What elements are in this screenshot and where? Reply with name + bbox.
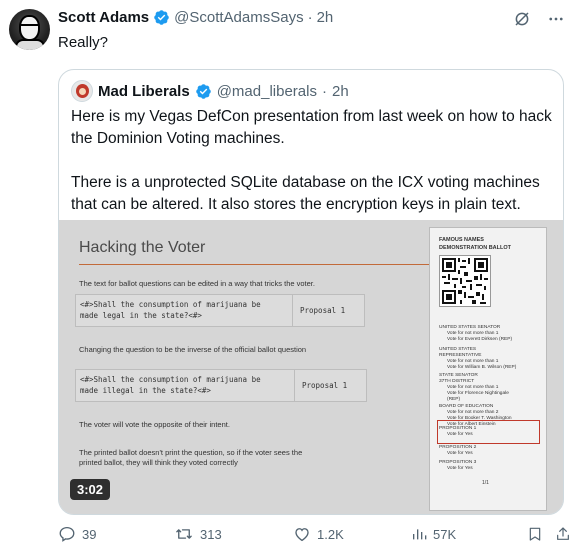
views-button[interactable]: 57K	[411, 525, 456, 543]
tweet-text: Really?	[58, 34, 109, 51]
ballot-proposition-2: PROPOSITION 2 Vote for Yes	[439, 445, 477, 456]
ballot-section-representative: UNITED STATES REPRESENTATIVE Vote for no…	[439, 347, 517, 370]
reply-button[interactable]: 39	[58, 525, 96, 543]
views-icon	[411, 525, 427, 543]
like-button[interactable]: 1.2K	[293, 525, 344, 543]
slide-line-4a: The printed ballot doesn't print the que…	[79, 448, 303, 457]
tweet-header: Scott Adams @ScottAdamsSays · 2h	[58, 9, 333, 26]
slide-line-4b: printed ballot, they will think they vot…	[79, 458, 238, 467]
slide-code-box-2-left: <#>Shall the consumption of marijuana be…	[80, 375, 261, 395]
ballot-section-state-senator: STATE SENATOR 37TH DISTRICT Vote for not…	[439, 373, 509, 402]
grok-icon[interactable]	[513, 10, 531, 28]
quoted-paragraph-2: There is a unprotected SQLite database o…	[71, 174, 540, 213]
header-separator: ·	[307, 9, 313, 26]
slide-divider	[79, 264, 429, 265]
repost-button[interactable]: 313	[174, 525, 222, 543]
slide-code-box-1-right: Proposal 1	[300, 306, 346, 315]
quoted-author-name: Mad Liberals	[98, 82, 190, 100]
top-right-controls	[513, 10, 565, 28]
quoted-text: Here is my Vegas DefCon presentation fro…	[71, 106, 556, 238]
ballot-section-senator: UNITED STATES SENATOR Vote for not more …	[439, 325, 513, 342]
quoted-tweet[interactable]: Mad Liberals @mad_liberals · 2h Here is …	[58, 69, 564, 515]
reply-count: 39	[82, 526, 97, 542]
quoted-timestamp: 2h	[331, 82, 349, 100]
author-avatar[interactable]	[9, 9, 50, 50]
tweet-timestamp[interactable]: 2h	[317, 9, 334, 26]
repost-icon	[174, 525, 194, 543]
slide-code-box-1-left: <#>Shall the consumption of marijuana be…	[80, 300, 261, 320]
ballot-proposition-3: PROPOSITION 3 Vote for Yes	[439, 460, 477, 471]
presentation-slide: Hacking the Voter The text for ballot qu…	[59, 220, 563, 514]
quoted-header: Mad Liberals @mad_liberals · 2h	[71, 80, 349, 102]
author-handle[interactable]: @ScottAdamsSays	[174, 9, 303, 26]
repost-count: 313	[200, 526, 222, 542]
slide-line-3: The voter will vote the opposite of thei…	[79, 420, 230, 429]
like-count: 1.2K	[317, 526, 344, 542]
reply-icon	[58, 525, 76, 543]
like-icon	[293, 525, 311, 543]
views-count: 57K	[433, 526, 457, 542]
ballot-title: FAMOUS NAMES DEMONSTRATION BALLOT	[439, 237, 512, 251]
slide-code-box-1: <#>Shall the consumption of marijuana be…	[75, 294, 365, 327]
video-duration-badge: 3:02	[70, 479, 111, 500]
verified-badge-icon	[195, 83, 212, 100]
action-bar: 39 313 1.2K 57K	[0, 525, 575, 545]
author-name[interactable]: Scott Adams	[58, 9, 149, 26]
bookmark-icon	[527, 525, 543, 543]
quoted-handle: @mad_liberals	[216, 82, 317, 100]
slide-code-box-2-right: Proposal 1	[302, 381, 348, 390]
verified-badge-icon	[153, 9, 170, 26]
quoted-separator: ·	[321, 82, 327, 100]
slide-title: Hacking the Voter	[79, 239, 206, 256]
bookmark-button[interactable]	[527, 525, 543, 543]
video-player[interactable]: Hacking the Voter The text for ballot qu…	[59, 220, 563, 514]
share-button[interactable]	[555, 525, 571, 543]
slide-line-2: Changing the question to be the inverse …	[79, 345, 307, 354]
qr-code	[439, 255, 491, 307]
ballot-highlight-box	[437, 420, 540, 444]
slide-line-1: The text for ballot questions can be edi…	[79, 279, 315, 288]
slide-code-box-2: <#>Shall the consumption of marijuana be…	[75, 369, 367, 402]
quoted-avatar	[71, 80, 93, 102]
ballot-page-number: 1/1	[482, 480, 489, 486]
quoted-paragraph-1: Here is my Vegas DefCon presentation fro…	[71, 108, 552, 147]
ballot-image: FAMOUS NAMES DEMONSTRATION BALLOT UNITED…	[429, 227, 547, 511]
share-icon	[555, 525, 571, 543]
more-icon[interactable]	[547, 10, 565, 28]
